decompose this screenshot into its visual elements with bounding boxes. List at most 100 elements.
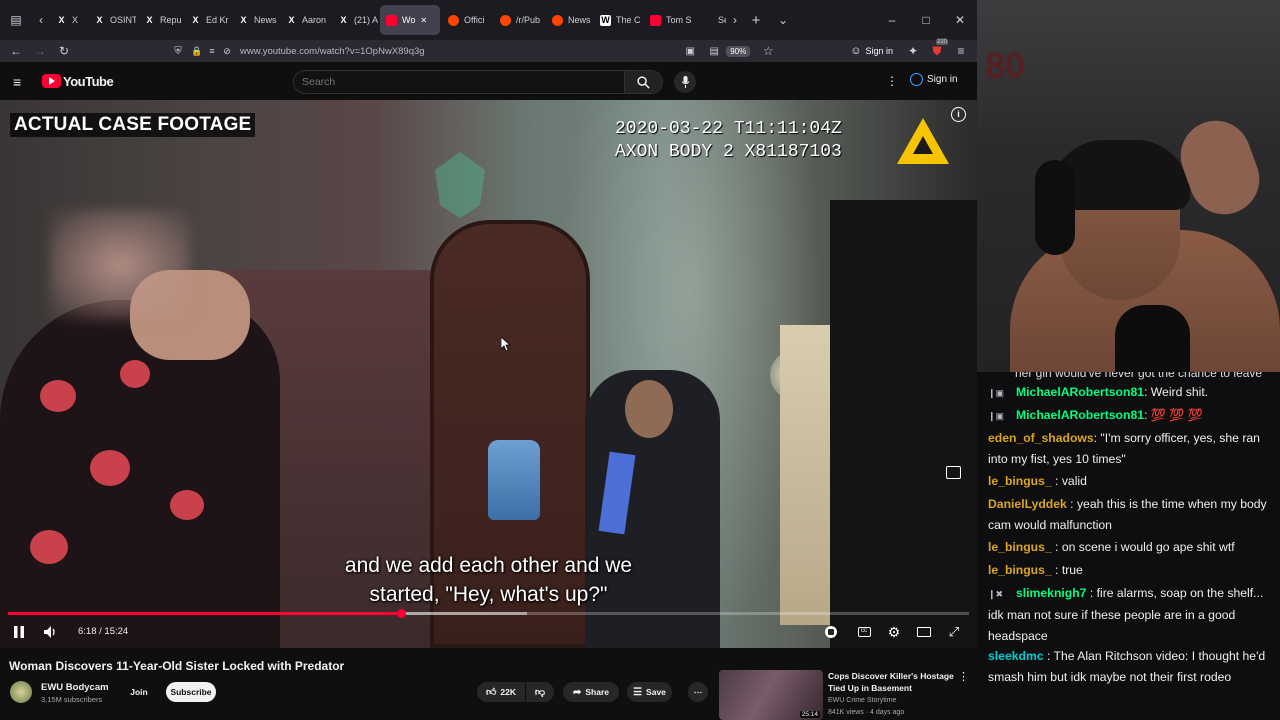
save-button[interactable]: ☰ Save bbox=[627, 682, 672, 702]
fullscreen-icon: ⤢ bbox=[948, 624, 960, 639]
browser-tab[interactable]: X Ed Kr bbox=[184, 5, 230, 35]
chat-username[interactable]: sleekdmc bbox=[988, 649, 1044, 663]
info-icon[interactable]: i bbox=[951, 107, 966, 122]
permissions-icon[interactable]: ≡ bbox=[204, 40, 220, 62]
subscribe-button[interactable]: Subscribe bbox=[166, 682, 216, 702]
chat-username[interactable]: MichaelARobertson81 bbox=[1016, 385, 1144, 399]
channel-watermark-icon bbox=[435, 152, 485, 218]
browser-tab[interactable]: Wo ✕ bbox=[380, 5, 440, 35]
back-icon[interactable]: ← bbox=[4, 40, 28, 62]
screenshot-icon[interactable]: ▣ bbox=[678, 40, 702, 62]
recommended-menu-icon[interactable]: ⋮ bbox=[958, 670, 969, 683]
microphone-icon bbox=[681, 76, 689, 88]
browser-tab[interactable]: Tom S bbox=[644, 5, 694, 35]
new-tab-icon[interactable]: + bbox=[744, 9, 768, 31]
youtube-logo-text[interactable]: YouTube bbox=[63, 74, 114, 89]
chat-username[interactable]: slimeknigh7 bbox=[1016, 586, 1086, 600]
chat-message: le_bingus_ : on scene i would go ape shi… bbox=[988, 537, 1278, 558]
browser-tab[interactable]: X OSINT bbox=[88, 5, 136, 35]
tab-overview-icon[interactable]: ▤ bbox=[0, 9, 32, 31]
browser-tab[interactable]: X Aaron bbox=[280, 5, 330, 35]
timestamp-date: 2020-03-22 T11:11:04Z bbox=[615, 119, 842, 139]
browser-tab[interactable]: /r/Pub bbox=[494, 5, 544, 35]
lock-icon[interactable]: 🔒 bbox=[190, 40, 204, 62]
dislike-button[interactable]: 👎︎ bbox=[526, 682, 554, 702]
fullscreen-button[interactable]: ⤢ bbox=[945, 623, 963, 641]
browser-tab-label: Offici bbox=[464, 15, 485, 25]
hamburger-menu-icon[interactable]: ≡ bbox=[13, 74, 21, 90]
tab-scroll-right-icon[interactable]: › bbox=[726, 9, 744, 31]
browser-tab-label: News bbox=[254, 15, 277, 25]
volume-button[interactable] bbox=[41, 623, 61, 641]
recommended-channel[interactable]: EWU Crime Storytime bbox=[828, 697, 896, 704]
progress-scrubber[interactable] bbox=[397, 609, 407, 618]
search-button[interactable] bbox=[624, 71, 662, 93]
settings-button[interactable]: ⚙ bbox=[885, 623, 903, 641]
list-all-tabs-icon[interactable]: ⌄ bbox=[768, 9, 798, 31]
close-tab-icon[interactable]: ✕ bbox=[420, 16, 427, 25]
channel-name[interactable]: EWU Bodycam bbox=[41, 682, 109, 693]
browser-tab[interactable]: Offici bbox=[442, 5, 492, 35]
browser-tab[interactable]: X Repul bbox=[138, 5, 182, 35]
browser-tab[interactable]: News bbox=[546, 5, 592, 35]
settings-kebab-icon[interactable]: ⋮ bbox=[886, 74, 898, 88]
forward-icon[interactable]: → bbox=[28, 40, 52, 62]
browser-tab[interactable]: X News bbox=[232, 5, 278, 35]
theater-mode-button[interactable] bbox=[915, 623, 933, 641]
browser-tab-label: /r/Pub bbox=[516, 15, 541, 25]
minimize-icon[interactable]: – bbox=[875, 0, 909, 40]
app-menu-icon[interactable]: ≡ bbox=[949, 40, 973, 62]
browser-tab[interactable]: W The C bbox=[594, 5, 642, 35]
reddit-logo-icon bbox=[500, 14, 511, 26]
bodycam-timestamp: 2020-03-22 T11:11:04Z AXON BODY 2 X81187… bbox=[615, 118, 842, 164]
search-input[interactable] bbox=[302, 75, 602, 89]
close-window-icon[interactable]: ✕ bbox=[943, 0, 977, 40]
video-person-head bbox=[625, 380, 673, 438]
youtube-signin-button[interactable]: Sign in bbox=[910, 73, 958, 86]
subtitles-button[interactable]: cc bbox=[855, 623, 873, 641]
channel-avatar[interactable] bbox=[10, 681, 32, 703]
shield-icon[interactable]: ⛨ bbox=[166, 40, 190, 62]
reload-icon[interactable]: ↻ bbox=[52, 40, 76, 62]
maximize-icon[interactable]: □ bbox=[909, 0, 943, 40]
account-icon: ☺ bbox=[850, 45, 862, 57]
chat-username[interactable]: eden_of_shadows bbox=[988, 431, 1094, 445]
autoplay-toggle[interactable] bbox=[822, 623, 840, 641]
account-signin-button[interactable]: ☺ Sign in bbox=[850, 45, 893, 57]
reader-view-icon[interactable]: ▤ bbox=[702, 40, 726, 62]
volume-icon bbox=[44, 626, 55, 638]
like-button[interactable]: 👍︎ 22K bbox=[477, 682, 525, 702]
voice-search-button[interactable] bbox=[674, 71, 696, 93]
case-footage-label: ACTUAL CASE FOOTAGE bbox=[10, 113, 256, 137]
recommended-duration: 25:14 bbox=[799, 711, 820, 718]
browser-tab[interactable]: X (21) A bbox=[332, 5, 378, 35]
wikipedia-logo-icon: W bbox=[600, 14, 611, 26]
chat-username[interactable]: DanielLyddek bbox=[988, 497, 1067, 511]
youtube-logo-icon[interactable] bbox=[42, 74, 61, 88]
bookmark-star-icon[interactable]: ☆ bbox=[756, 40, 780, 62]
mute-indicator-icon[interactable]: ⊘ bbox=[220, 40, 234, 62]
browser-tab-label: Tom S bbox=[666, 15, 692, 25]
ublock-icon[interactable]: ⛊ 220 bbox=[925, 39, 949, 62]
share-button[interactable]: ➦ Share bbox=[563, 682, 619, 702]
chat-message: le_bingus_ : valid bbox=[988, 471, 1278, 492]
extensions-icon[interactable]: ✦ bbox=[901, 40, 925, 62]
miniplayer-icon[interactable] bbox=[946, 466, 961, 479]
join-button[interactable]: Join bbox=[124, 682, 154, 702]
recommended-thumbnail[interactable]: 25:14 bbox=[719, 670, 823, 720]
pause-button[interactable] bbox=[10, 623, 28, 641]
more-actions-button[interactable]: ⋯ bbox=[688, 682, 708, 702]
browser-tab[interactable]: Sen bbox=[696, 5, 726, 35]
recommended-title[interactable]: Cops Discover Killer's Hostage Tied Up i… bbox=[828, 670, 956, 694]
chat-message: ❙▣ MichaelARobertson81: Weird shit. bbox=[988, 382, 1278, 404]
progress-bar[interactable] bbox=[8, 609, 969, 618]
zoom-level[interactable]: 90% bbox=[726, 45, 751, 57]
tab-scroll-left-icon[interactable]: ‹ bbox=[32, 9, 50, 31]
chat-username[interactable]: le_bingus_ bbox=[988, 474, 1052, 488]
chat-username[interactable]: le_bingus_ bbox=[988, 540, 1052, 554]
address-bar[interactable]: www.youtube.com/watch?v=1OpNwX89q3g bbox=[240, 46, 425, 57]
browser-tab-label: Wo bbox=[402, 15, 416, 25]
chat-username[interactable]: le_bingus_ bbox=[988, 563, 1052, 577]
chat-username[interactable]: MichaelARobertson81 bbox=[1016, 408, 1144, 422]
browser-tab[interactable]: XX bbox=[50, 5, 86, 35]
